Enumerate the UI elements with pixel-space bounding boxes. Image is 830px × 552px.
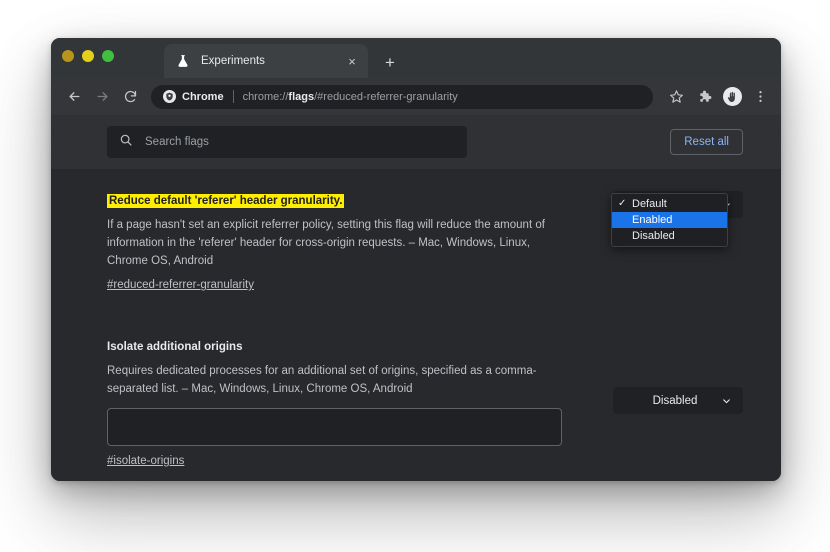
flag-title-wrap: Isolate additional origins	[107, 337, 562, 356]
reload-button[interactable]	[117, 84, 143, 110]
address-bar[interactable]: Chrome chrome://flags/#reduced-referrer-…	[151, 84, 653, 109]
flags-page: Search flags Reset all Reduce default 'r…	[51, 115, 781, 481]
flag-select-dropdown[interactable]: ✓ Default Enabled Disabled	[611, 193, 728, 247]
profile-avatar-button[interactable]	[719, 84, 745, 110]
chevron-down-icon	[721, 395, 732, 406]
tab-strip: Experiments × +	[51, 38, 781, 78]
dropdown-option-label: Default	[632, 198, 667, 210]
search-placeholder: Search flags	[145, 136, 209, 148]
flag-description: Requires dedicated processes for an addi…	[107, 364, 537, 395]
flag-title-wrap: Reduce default 'referer' header granular…	[107, 191, 562, 210]
browser-tab-experiments[interactable]: Experiments ×	[164, 44, 368, 78]
flag-title: Reduce default 'referer' header granular…	[107, 194, 345, 208]
url-prefix: chrome://	[242, 90, 289, 103]
dropdown-option-enabled[interactable]: Enabled	[612, 212, 727, 228]
flag-description: If a page hasn't set an explicit referre…	[107, 218, 545, 267]
browser-menu-button[interactable]	[747, 84, 773, 110]
dropdown-option-label: Disabled	[632, 230, 675, 242]
site-identity-label: Chrome	[182, 90, 224, 103]
flask-icon	[175, 53, 191, 69]
flag-title: Isolate additional origins	[107, 341, 243, 354]
minimize-window-button[interactable]	[82, 50, 94, 62]
site-identity-chip[interactable]: Chrome	[163, 90, 224, 103]
tab-title: Experiments	[201, 55, 265, 67]
close-window-button[interactable]	[62, 50, 74, 62]
forward-button[interactable]	[89, 84, 115, 110]
flag-control: Disabled	[613, 387, 743, 415]
close-icon[interactable]: ×	[344, 53, 360, 69]
avatar	[722, 87, 742, 106]
flag-row-isolate-origins: Isolate additional origins Requires dedi…	[107, 315, 743, 469]
url-text: chrome://flags/#reduced-referrer-granula…	[243, 91, 458, 103]
screen: Experiments × + Chrome chrome://flags/#r…	[0, 0, 830, 552]
flag-control: ✓ Default Enabled Disabled	[611, 191, 743, 247]
flag-row-reduced-referrer-granularity: Reduce default 'referer' header granular…	[107, 169, 743, 293]
url-bold-segment: flags	[288, 90, 315, 103]
reset-all-button[interactable]: Reset all	[670, 129, 743, 155]
new-tab-button[interactable]: +	[379, 51, 401, 73]
search-icon	[119, 133, 133, 152]
browser-window: Experiments × + Chrome chrome://flags/#r…	[51, 38, 781, 481]
browser-toolbar: Chrome chrome://flags/#reduced-referrer-…	[51, 78, 781, 115]
flag-select-isolate-origins[interactable]: Disabled	[613, 387, 743, 415]
checkmark-icon: ✓	[618, 198, 627, 209]
bookmark-star-icon[interactable]	[663, 84, 689, 110]
flag-text-block: Reduce default 'referer' header granular…	[107, 191, 562, 293]
flag-anchor-link[interactable]: #reduced-referrer-granularity	[107, 279, 254, 291]
flag-select-value: Disabled	[652, 394, 698, 407]
url-suffix: /#reduced-referrer-granularity	[314, 90, 458, 103]
chrome-shield-icon	[163, 90, 176, 103]
flag-text-block: Isolate additional origins Requires dedi…	[107, 337, 562, 469]
flag-anchor-link[interactable]: #isolate-origins	[107, 455, 184, 467]
flag-select-open[interactable]: ✓ Default Enabled Disabled	[611, 191, 743, 247]
flag-text-input[interactable]	[107, 408, 562, 447]
dropdown-option-default[interactable]: ✓ Default	[612, 196, 727, 212]
search-input[interactable]: Search flags	[107, 126, 467, 158]
dropdown-option-disabled[interactable]: Disabled	[612, 228, 727, 244]
maximize-window-button[interactable]	[102, 50, 114, 62]
flag-list: Reduce default 'referer' header granular…	[51, 169, 781, 481]
dropdown-option-label: Enabled	[632, 214, 673, 226]
omnibox-divider	[232, 90, 234, 103]
back-button[interactable]	[61, 84, 87, 110]
window-controls	[62, 50, 114, 62]
flags-header: Search flags Reset all	[51, 115, 781, 169]
extensions-puzzle-icon[interactable]	[691, 84, 717, 110]
